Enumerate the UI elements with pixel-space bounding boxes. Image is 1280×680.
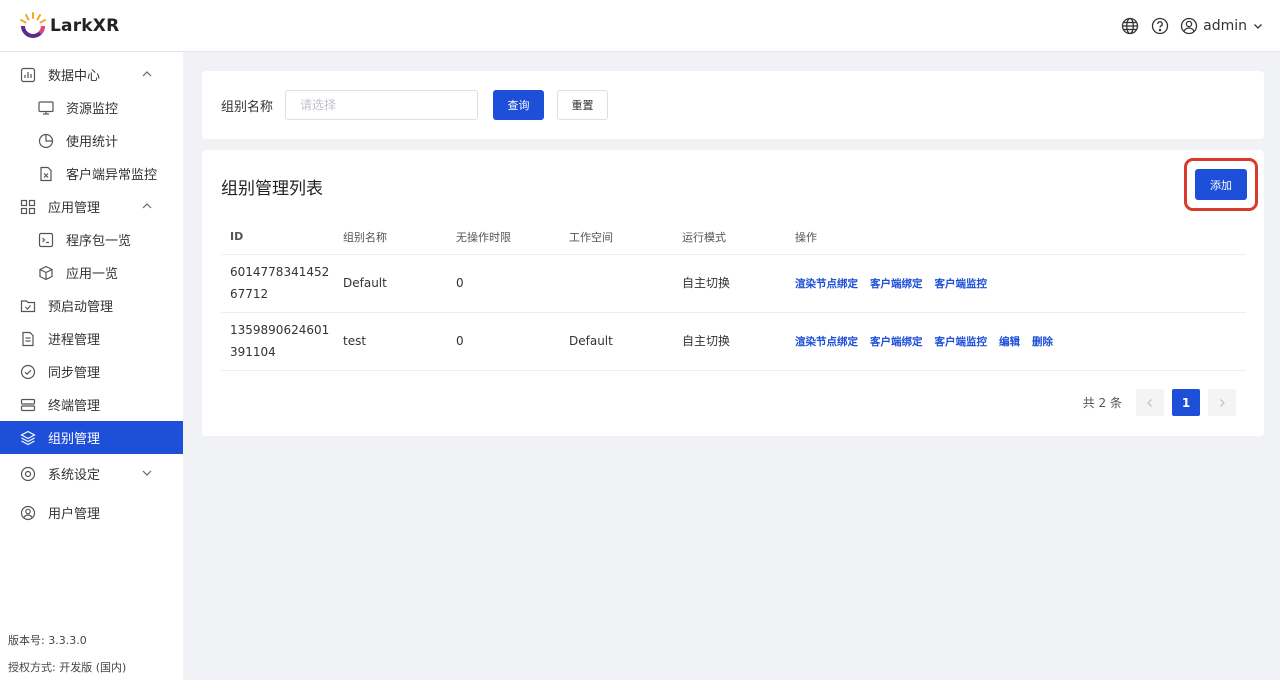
chevron-down-icon	[142, 470, 152, 476]
prev-page-button[interactable]	[1136, 389, 1164, 416]
sidebar-item-sync-management[interactable]: 同步管理	[0, 355, 183, 388]
top-header: LarkXR admin	[0, 0, 1280, 52]
group-table: ID 组别名称 无操作时限 工作空间 运行模式 操作 6014778341452…	[221, 220, 1246, 371]
client-bind-link[interactable]: 客户端绑定	[870, 278, 923, 290]
user-icon	[20, 505, 36, 521]
table-row: 1359890624601391104 test 0 Default 自主切换 …	[221, 312, 1246, 371]
page-number-current[interactable]: 1	[1172, 389, 1200, 416]
cell-id: 601477834145267712	[221, 254, 334, 313]
sidebar-item-usage-stats[interactable]: 使用统计	[0, 124, 183, 157]
cell-timeout: 0	[447, 312, 560, 371]
cell-workspace: Default	[560, 312, 673, 371]
query-button[interactable]: 查询	[493, 90, 545, 120]
document-icon	[20, 331, 36, 347]
next-page-button[interactable]	[1208, 389, 1236, 416]
client-monitor-link[interactable]: 客户端监控	[935, 278, 988, 290]
cell-workspace	[560, 254, 673, 313]
pagination: 共 2 条 1	[1083, 389, 1236, 416]
sidebar-item-prestart-management[interactable]: 预启动管理	[0, 289, 183, 322]
sidebar-item-client-error-monitor[interactable]: 客户端异常监控	[0, 157, 183, 190]
check-circle-icon	[20, 364, 36, 380]
cell-group-name: Default	[334, 254, 447, 313]
license-text: 授权方式: 开发版 (国内)	[8, 661, 127, 674]
server-icon	[20, 397, 36, 413]
version-text: 版本号: 3.3.3.0	[8, 634, 87, 647]
chevron-up-icon	[142, 203, 152, 209]
search-panel: 组别名称 查询 重置	[202, 71, 1264, 139]
monitor-icon	[38, 100, 54, 116]
logo[interactable]: LarkXR	[18, 11, 119, 41]
sidebar-item-group-management[interactable]: 组别管理	[0, 421, 183, 454]
col-workspace: 工作空间	[560, 220, 673, 255]
cell-timeout: 0	[447, 254, 560, 313]
folder-check-icon	[20, 298, 36, 314]
group-name-label: 组别名称	[221, 99, 274, 115]
list-title: 组别管理列表	[221, 179, 323, 199]
add-button[interactable]: 添加	[1195, 169, 1247, 200]
reset-button[interactable]: 重置	[557, 90, 609, 120]
cell-run-mode: 自主切换	[673, 254, 786, 313]
col-timeout: 无操作时限	[447, 220, 560, 255]
settings-icon	[20, 466, 36, 482]
terminal-icon	[38, 232, 54, 248]
sidebar-item-resource-monitor[interactable]: 资源监控	[0, 91, 183, 124]
col-run-mode: 运行模式	[673, 220, 786, 255]
pie-chart-icon	[38, 133, 54, 149]
add-button-highlight: 添加	[1184, 158, 1258, 211]
cell-group-name: test	[334, 312, 447, 371]
cell-id: 1359890624601391104	[221, 312, 334, 371]
cell-run-mode: 自主切换	[673, 312, 786, 371]
pagination-total: 共 2 条	[1082, 396, 1122, 410]
user-avatar-icon	[1180, 17, 1198, 34]
sidebar-item-system-settings[interactable]: 系统设定	[0, 457, 183, 490]
sidebar-item-package-list[interactable]: 程序包一览	[0, 223, 183, 256]
group-name-select[interactable]	[285, 90, 479, 120]
chevron-right-icon	[1220, 398, 1225, 407]
cell-actions: 渲染节点绑定 客户端绑定 客户端监控	[786, 254, 1246, 313]
table-row: 601477834145267712 Default 0 自主切换 渲染节点绑定…	[221, 254, 1246, 313]
group-list-panel: 组别管理列表 添加 ID 组别名称 无操作时限 工作空间 运行模式 操作 601…	[202, 150, 1264, 436]
client-monitor-link[interactable]: 客户端监控	[935, 336, 988, 348]
logo-text: LarkXR	[50, 15, 120, 36]
sidebar-item-data-center[interactable]: 数据中心	[0, 58, 183, 91]
col-id: ID	[221, 220, 334, 255]
user-menu[interactable]: admin	[1180, 17, 1264, 35]
client-bind-link[interactable]: 客户端绑定	[870, 336, 923, 348]
sidebar-item-app-list[interactable]: 应用一览	[0, 256, 183, 289]
chart-icon	[20, 67, 36, 83]
sidebar-item-process-management[interactable]: 进程管理	[0, 322, 183, 355]
sidebar: 数据中心 资源监控 使用统计 客户端异常监控 应用管理 程序包一览 应用一览 预…	[0, 52, 183, 680]
sidebar-item-app-management[interactable]: 应用管理	[0, 190, 183, 223]
delete-link[interactable]: 删除	[1032, 336, 1053, 348]
col-group-name: 组别名称	[334, 220, 447, 255]
globe-icon[interactable]	[1120, 16, 1140, 36]
cube-icon	[38, 265, 54, 281]
chevron-left-icon	[1147, 398, 1152, 407]
logo-mark-icon	[20, 11, 46, 38]
sidebar-item-user-management[interactable]: 用户管理	[0, 496, 183, 529]
render-node-bind-link[interactable]: 渲染节点绑定	[795, 278, 858, 290]
cell-actions: 渲染节点绑定 客户端绑定 客户端监控 编辑 删除	[786, 312, 1246, 371]
chevron-down-icon	[1254, 23, 1262, 29]
render-node-bind-link[interactable]: 渲染节点绑定	[795, 336, 858, 348]
help-icon[interactable]	[1150, 16, 1170, 36]
grid-icon	[20, 199, 36, 215]
col-actions: 操作	[786, 220, 1246, 255]
user-name: admin	[1203, 17, 1247, 34]
layers-icon	[20, 430, 36, 446]
sidebar-item-terminal-management[interactable]: 终端管理	[0, 388, 183, 421]
table-header-row: ID 组别名称 无操作时限 工作空间 运行模式 操作	[221, 220, 1246, 255]
edit-link[interactable]: 编辑	[999, 336, 1020, 348]
file-error-icon	[38, 166, 54, 182]
chevron-up-icon	[142, 71, 152, 77]
